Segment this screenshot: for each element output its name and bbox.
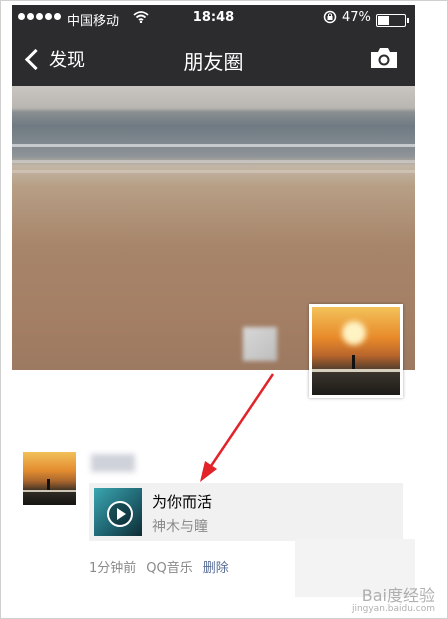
rotation-lock-icon <box>323 10 337 28</box>
post-source[interactable]: QQ音乐 <box>146 557 192 576</box>
status-bar: 中国移动 18:48 47% <box>12 5 415 33</box>
song-artist: 神木与瞳 <box>152 519 208 535</box>
battery-icon <box>376 14 409 27</box>
battery-percent: 47% <box>342 10 371 25</box>
screenshot-frame: 中国移动 18:48 47% 发现 朋友圈 为你而活 神木与瞳 1分钟前 QQ音… <box>0 0 448 619</box>
post-author-name-blurred[interactable] <box>91 454 135 472</box>
watermark-url: jingyan.baidu.com <box>351 604 435 614</box>
battery-fill <box>378 16 390 25</box>
post-time: 1分钟前 <box>89 561 137 576</box>
song-title: 为你而活 <box>152 493 213 511</box>
phone-screen: 中国移动 18:48 47% 发现 朋友圈 为你而活 神木与瞳 1分钟前 QQ音… <box>12 5 415 617</box>
page-title: 朋友圈 <box>183 50 244 74</box>
post-meta: 1分钟前 QQ音乐 删除 <box>89 557 229 576</box>
play-icon[interactable] <box>107 501 133 527</box>
album-art <box>94 488 142 536</box>
camera-icon[interactable] <box>369 46 399 74</box>
music-share-card[interactable]: 为你而活 神木与瞳 <box>89 483 403 541</box>
watermark-text: Bai度经验 <box>361 586 435 605</box>
post-author-avatar[interactable] <box>23 452 76 505</box>
delete-link[interactable]: 删除 <box>203 557 229 576</box>
nav-bar: 发现 朋友圈 <box>12 33 415 86</box>
watermark: Bai度经验 jingyan.baidu.com <box>352 582 435 614</box>
profile-avatar[interactable] <box>309 304 403 398</box>
profile-name-blurred <box>243 327 277 361</box>
